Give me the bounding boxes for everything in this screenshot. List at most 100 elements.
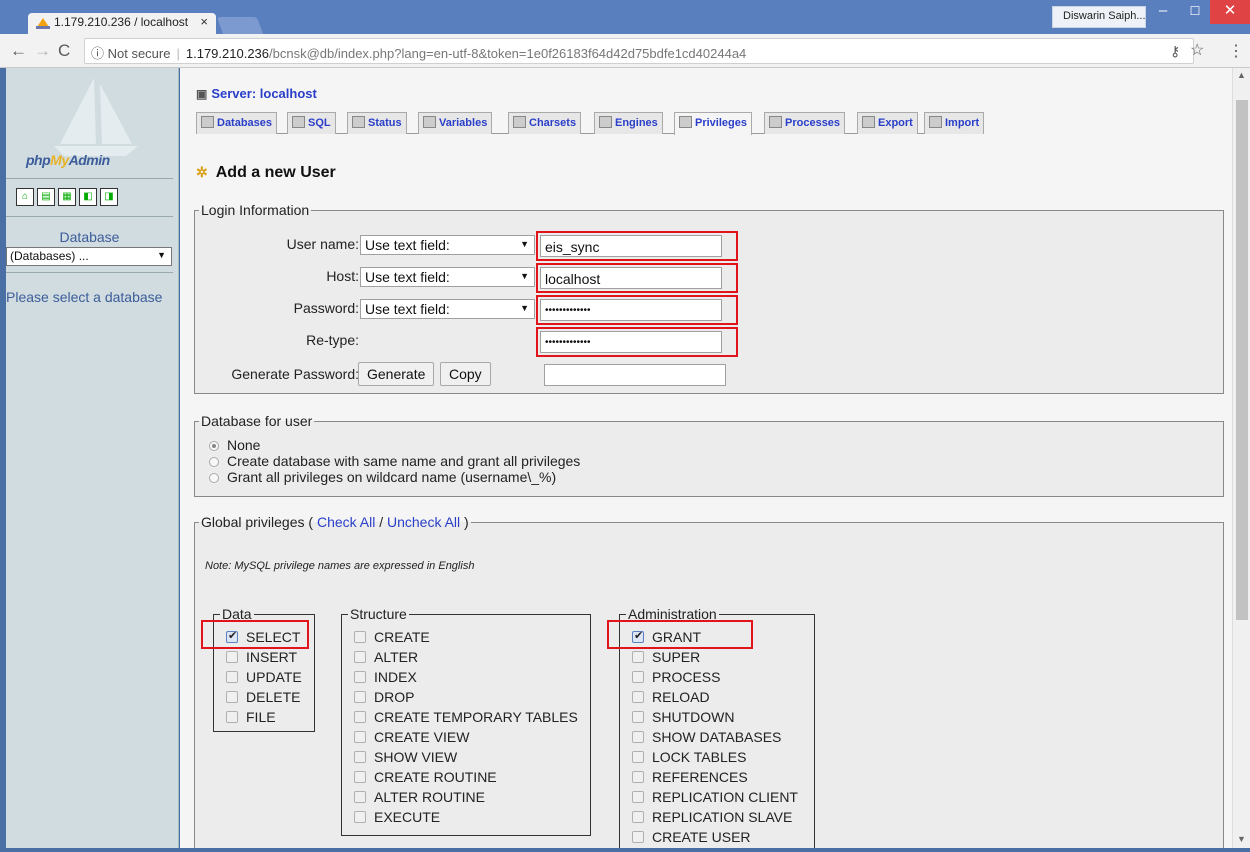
checkbox[interactable] <box>632 671 644 683</box>
structure-privilege-create-view[interactable]: CREATE VIEW <box>354 729 578 749</box>
checkbox[interactable] <box>226 691 238 703</box>
tab-privileges[interactable]: Privileges <box>674 112 752 135</box>
profile-button[interactable]: Diswarin Saiph... <box>1052 6 1146 28</box>
tab-label: Databases <box>217 117 273 129</box>
browser-tab[interactable]: 1.179.210.236 / localhost × <box>28 13 216 34</box>
admin-privilege-references[interactable]: REFERENCES <box>632 769 798 789</box>
admin-privilege-replication-slave[interactable]: REPLICATION SLAVE <box>632 809 798 829</box>
checkbox[interactable] <box>354 631 366 643</box>
checkbox[interactable] <box>354 671 366 683</box>
generated-password-input[interactable] <box>544 364 726 386</box>
radio-button[interactable] <box>209 441 219 451</box>
checkbox[interactable] <box>632 651 644 663</box>
checkbox[interactable] <box>632 831 644 843</box>
tab-engines[interactable]: Engines <box>594 112 663 134</box>
data-privilege-delete[interactable]: DELETE <box>226 689 302 709</box>
mysql-docs-icon[interactable]: ◨ <box>100 188 118 206</box>
tab-charsets[interactable]: Charsets <box>508 112 582 134</box>
vertical-scrollbar[interactable]: ▲ ▼ <box>1232 68 1250 848</box>
username-mode-select[interactable]: Use text field: ▼ <box>360 235 535 255</box>
database-select[interactable]: (Databases) ... ▼ <box>6 247 172 266</box>
data-privilege-file[interactable]: FILE <box>226 709 302 729</box>
security-indicator[interactable]: ⓘ Not secure <box>91 46 170 61</box>
radio-grant-wildcard[interactable]: Grant all privileges on wildcard name (u… <box>209 469 556 485</box>
back-arrow-icon[interactable]: ← <box>10 41 27 61</box>
tab-databases[interactable]: Databases <box>196 112 278 134</box>
checkbox[interactable] <box>226 671 238 683</box>
phpmyadmin-logo-text[interactable]: phpMyAdmin <box>26 152 110 168</box>
maximize-button[interactable]: ☐ <box>1180 0 1210 24</box>
url-bar[interactable]: ⓘ Not secure | 1.179.210.236/bcnsk@db/inde… <box>84 38 1194 64</box>
reload-icon[interactable]: C <box>58 41 70 61</box>
forward-arrow-icon[interactable]: → <box>34 41 51 61</box>
checkbox[interactable] <box>354 751 366 763</box>
copy-button[interactable]: Copy <box>440 362 491 386</box>
close-window-button[interactable]: ✕ <box>1210 0 1250 24</box>
data-privilege-insert[interactable]: INSERT <box>226 649 302 669</box>
admin-privilege-lock-tables[interactable]: LOCK TABLES <box>632 749 798 769</box>
password-mode-select[interactable]: Use text field: ▼ <box>360 299 535 319</box>
checkbox[interactable] <box>354 811 366 823</box>
admin-privilege-show-databases[interactable]: SHOW DATABASES <box>632 729 798 749</box>
structure-privilege-create-temporary-tables[interactable]: CREATE TEMPORARY TABLES <box>354 709 578 729</box>
new-tab-button[interactable] <box>216 17 264 34</box>
checkbox[interactable] <box>354 711 366 723</box>
bookmark-star-icon[interactable]: ☆ <box>1190 40 1204 60</box>
tab-export[interactable]: Export <box>857 112 918 134</box>
radio-none[interactable]: None <box>209 437 260 453</box>
tab-processes[interactable]: Processes <box>764 112 846 134</box>
structure-privilege-show-view[interactable]: SHOW VIEW <box>354 749 578 769</box>
server-breadcrumb[interactable]: ▣ Server: localhost <box>196 86 317 101</box>
scrollbar-thumb[interactable] <box>1236 100 1248 620</box>
checkbox[interactable] <box>632 751 644 763</box>
admin-privilege-reload[interactable]: RELOAD <box>632 689 798 709</box>
structure-privilege-alter-routine[interactable]: ALTER ROUTINE <box>354 789 578 809</box>
structure-privilege-drop[interactable]: DROP <box>354 689 578 709</box>
tab-status[interactable]: Status <box>347 112 407 134</box>
checkbox[interactable] <box>354 691 366 703</box>
admin-privilege-create-user[interactable]: CREATE USER <box>632 829 798 848</box>
scroll-up-arrow-icon[interactable]: ▲ <box>1237 70 1246 80</box>
checkbox[interactable] <box>354 771 366 783</box>
checkbox[interactable] <box>632 711 644 723</box>
documentation-icon[interactable]: ◧ <box>79 188 97 206</box>
minimize-button[interactable]: – <box>1148 0 1178 24</box>
radio-create-database[interactable]: Create database with same name and grant… <box>209 453 580 469</box>
data-privilege-update[interactable]: UPDATE <box>226 669 302 689</box>
tab-variables[interactable]: Variables <box>418 112 493 134</box>
structure-privilege-create-routine[interactable]: CREATE ROUTINE <box>354 769 578 789</box>
host-mode-select[interactable]: Use text field: ▼ <box>360 267 535 287</box>
check-all-link[interactable]: Check All <box>317 514 375 530</box>
checkbox[interactable] <box>632 731 644 743</box>
checkbox[interactable] <box>632 791 644 803</box>
checkbox[interactable] <box>632 691 644 703</box>
structure-privilege-alter[interactable]: ALTER <box>354 649 578 669</box>
uncheck-all-link[interactable]: Uncheck All <box>387 514 460 530</box>
tab-close-icon[interactable]: × <box>200 14 208 29</box>
admin-privilege-process[interactable]: PROCESS <box>632 669 798 689</box>
checkbox[interactable] <box>632 811 644 823</box>
radio-button[interactable] <box>209 473 219 483</box>
structure-privilege-execute[interactable]: EXECUTE <box>354 809 578 829</box>
browser-menu-icon[interactable]: ⋮ <box>1228 41 1244 61</box>
sql-icon[interactable]: ▦ <box>58 188 76 206</box>
checkbox[interactable] <box>226 651 238 663</box>
checkbox[interactable] <box>354 651 366 663</box>
checkbox[interactable] <box>632 771 644 783</box>
tab-import[interactable]: Import <box>924 112 985 134</box>
scroll-down-arrow-icon[interactable]: ▼ <box>1237 834 1246 844</box>
home-icon[interactable]: ⌂ <box>16 188 34 206</box>
admin-privilege-replication-client[interactable]: REPLICATION CLIENT <box>632 789 798 809</box>
tab-sql[interactable]: SQL <box>287 112 336 134</box>
generate-button[interactable]: Generate <box>358 362 435 386</box>
admin-privilege-shutdown[interactable]: SHUTDOWN <box>632 709 798 729</box>
checkbox[interactable] <box>226 711 238 723</box>
structure-privilege-index[interactable]: INDEX <box>354 669 578 689</box>
structure-privilege-create[interactable]: CREATE <box>354 629 578 649</box>
checkbox[interactable] <box>354 731 366 743</box>
checkbox[interactable] <box>354 791 366 803</box>
radio-button[interactable] <box>209 457 219 467</box>
key-icon[interactable]: ⚷ <box>1170 43 1180 60</box>
admin-privilege-super[interactable]: SUPER <box>632 649 798 669</box>
query-window-icon[interactable]: ▤ <box>37 188 55 206</box>
